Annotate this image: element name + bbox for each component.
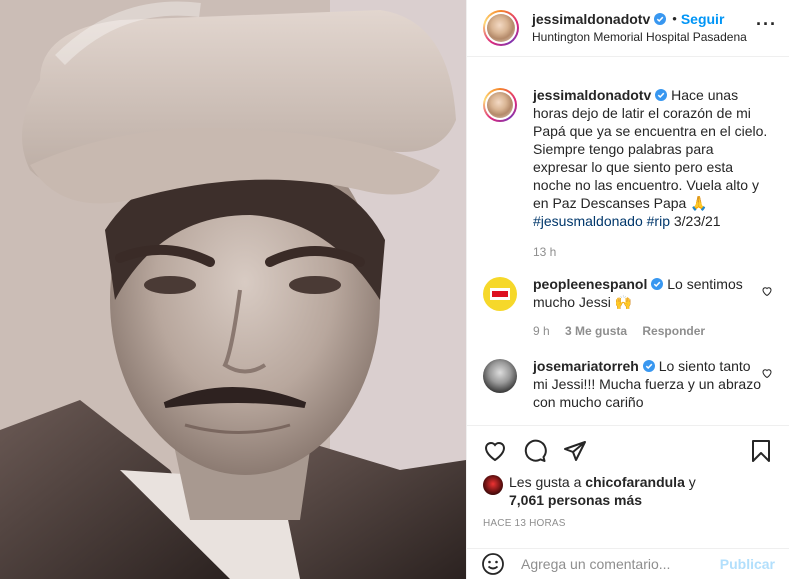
comment-avatar[interactable]: [483, 359, 517, 393]
comment-like-heart-icon[interactable]: [761, 367, 773, 379]
share-icon[interactable]: [563, 439, 587, 463]
caption-hashtags[interactable]: #jesusmaldonado #rip: [533, 213, 670, 229]
likes-conjunction: y: [688, 474, 696, 490]
caption-date: 3/23/21: [673, 213, 721, 229]
comment-like-heart-icon[interactable]: [761, 285, 773, 297]
caption-username[interactable]: jessimaldonadotv: [533, 87, 651, 103]
comment-avatar[interactable]: [483, 277, 517, 311]
author-username[interactable]: jessimaldonadotv: [532, 10, 650, 28]
likes-summary: Les gusta a chicofarandula y 7,061 perso…: [483, 473, 773, 509]
post-timestamp[interactable]: HACE 13 HORAS: [483, 518, 773, 529]
comments-list[interactable]: jessimaldonadotv Hace unas horas dejo de…: [467, 80, 789, 425]
verified-badge-icon: [642, 360, 655, 372]
reply-button[interactable]: Responder: [642, 324, 705, 338]
post-side-panel: jessimaldonadotv • Seguir Huntington Mem…: [466, 0, 789, 579]
comment-item: josemariatorreh Lo siento tanto mi Jessi…: [467, 358, 789, 411]
comment-item: peopleenespanol Lo sentimos mucho Jessi …: [467, 276, 789, 339]
post-actions: Les gusta a chicofarandula y 7,061 perso…: [467, 425, 789, 529]
add-comment-bar: Publicar: [467, 548, 789, 579]
verified-badge-icon: [651, 278, 664, 290]
vintage-portrait-image: [0, 0, 466, 579]
comment-icon[interactable]: [523, 439, 547, 463]
publish-button[interactable]: Publicar: [720, 556, 775, 572]
liker-username[interactable]: chicofarandula: [585, 474, 685, 490]
comment-input[interactable]: [521, 556, 712, 572]
comment-age[interactable]: 9 h: [533, 324, 550, 338]
caption-avatar[interactable]: [483, 88, 517, 122]
follow-button[interactable]: Seguir: [681, 10, 725, 28]
likes-prefix: Les gusta a: [509, 474, 582, 490]
separator-dot: •: [672, 11, 677, 26]
caption-text: Hace unas horas dejo de latir el corazón…: [533, 87, 768, 211]
post-dialog: jessimaldonadotv • Seguir Huntington Mem…: [0, 0, 789, 579]
comment-likes[interactable]: 3 Me gusta: [565, 324, 627, 338]
verified-badge-icon: [655, 89, 668, 101]
heart-icon[interactable]: [483, 439, 507, 463]
emoji-icon[interactable]: [481, 552, 505, 576]
likes-others[interactable]: 7,061 personas más: [509, 492, 642, 508]
author-avatar[interactable]: [483, 10, 519, 46]
bookmark-icon[interactable]: [749, 439, 773, 463]
comment-username[interactable]: josemariatorreh: [533, 358, 639, 374]
liker-avatar[interactable]: [483, 475, 503, 495]
comment-username[interactable]: peopleenespanol: [533, 276, 647, 292]
post-location[interactable]: Huntington Memorial Hospital Pasadena: [532, 28, 747, 46]
caption-item: jessimaldonadotv Hace unas horas dejo de…: [467, 87, 789, 260]
people-logo-icon: [490, 288, 510, 300]
post-photo[interactable]: [0, 0, 466, 579]
more-options-icon[interactable]: ···: [756, 14, 777, 35]
verified-badge-icon: [654, 13, 667, 25]
post-header: jessimaldonadotv • Seguir Huntington Mem…: [467, 0, 789, 57]
caption-age[interactable]: 13 h: [533, 245, 556, 259]
